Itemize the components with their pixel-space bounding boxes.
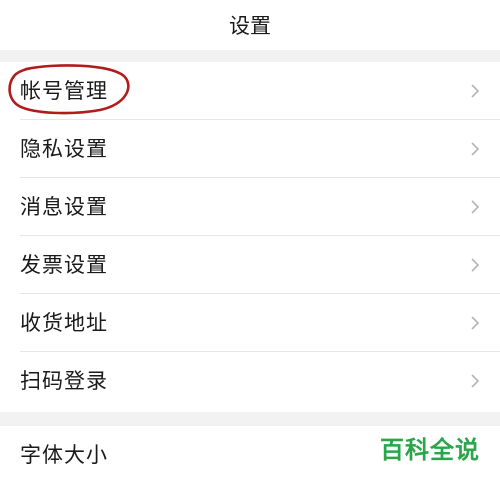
section-gap: [0, 50, 500, 62]
settings-item-scan-login[interactable]: 扫码登录: [0, 352, 500, 410]
settings-item-label: 收货地址: [20, 311, 108, 335]
settings-item-label: 扫码登录: [20, 369, 108, 393]
settings-item-label: 发票设置: [20, 253, 108, 277]
settings-item-label: 帐号管理: [20, 79, 108, 103]
watermark-title: 百科全说: [380, 436, 480, 464]
chevron-right-icon: [471, 316, 480, 330]
chevron-right-icon: [471, 258, 480, 272]
settings-item-invoice[interactable]: 发票设置: [0, 236, 500, 294]
section-gap: [0, 412, 500, 426]
watermark-subtitle: 助你轻松解决: [390, 465, 469, 480]
settings-item-account-management[interactable]: 帐号管理: [0, 62, 500, 120]
settings-list: 帐号管理 隐私设置 消息设置 发票设置 收货地址 扫码登录: [0, 62, 500, 410]
chevron-right-icon: [471, 374, 480, 388]
page-title: 设置: [229, 14, 271, 38]
chevron-right-icon: [471, 84, 480, 98]
settings-item-privacy[interactable]: 隐私设置: [0, 120, 500, 178]
settings-item-label: 字体大小: [20, 443, 108, 467]
watermark-logo: 百科全说 助你轻松解决: [374, 436, 486, 482]
top-bar: 设置: [0, 0, 500, 50]
settings-item-notifications[interactable]: 消息设置: [0, 178, 500, 236]
settings-item-label: 消息设置: [20, 195, 108, 219]
chevron-right-icon: [471, 200, 480, 214]
settings-item-shipping-address[interactable]: 收货地址: [0, 294, 500, 352]
chevron-right-icon: [471, 142, 480, 156]
settings-item-label: 隐私设置: [20, 137, 108, 161]
